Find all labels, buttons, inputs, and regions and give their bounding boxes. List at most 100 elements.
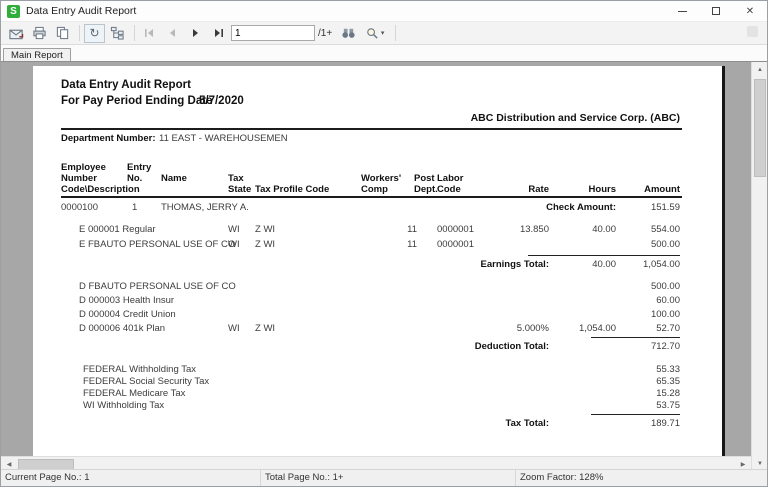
report-page: Data Entry Audit Report For Pay Period E… xyxy=(33,66,722,471)
toolbar-separator xyxy=(395,25,396,41)
earning-row: E 000001 Regular WI Z WI 11 0000001 13.8… xyxy=(33,224,722,236)
check-amount-value: 151.59 xyxy=(591,202,680,213)
last-page-button[interactable] xyxy=(208,24,229,43)
earning-tax-profile: Z WI xyxy=(255,239,275,250)
chevron-down-icon: ▾ xyxy=(381,29,385,37)
col-code: Code xyxy=(437,184,461,195)
page-number-input[interactable] xyxy=(231,25,315,41)
col-entry-no: No. xyxy=(127,173,142,184)
zoom-button[interactable]: ▾ xyxy=(361,24,389,43)
toolbar: ↻ xyxy=(1,22,767,45)
deduction-tax-state: WI xyxy=(228,323,240,334)
report-title: Data Entry Audit Report xyxy=(61,79,191,91)
earning-amount: 500.00 xyxy=(591,239,680,250)
report-subtitle: For Pay Period Ending Date xyxy=(61,95,212,107)
maximize-button[interactable] xyxy=(699,1,733,21)
previous-page-icon xyxy=(167,28,178,38)
deduction-desc: D 000003 Health Insur xyxy=(79,295,174,306)
tax-amount: 65.35 xyxy=(591,376,680,387)
deduction-total-amount: 712.70 xyxy=(591,337,680,352)
earning-amount: 554.00 xyxy=(591,224,680,235)
earning-post-dept: 11 xyxy=(385,239,417,250)
group-tree-icon xyxy=(110,26,125,40)
tax-desc: WI Withholding Tax xyxy=(83,400,164,411)
earning-tax-state: WI xyxy=(228,224,240,235)
deduction-desc: D 000004 Credit Union xyxy=(79,309,176,320)
minimize-button[interactable] xyxy=(665,1,699,21)
tax-desc: FEDERAL Medicare Tax xyxy=(83,388,185,399)
vertical-scrollbar-thumb[interactable] xyxy=(754,79,766,177)
deduction-amount: 60.00 xyxy=(591,295,680,306)
deduction-row: D 000006 401k Plan WI Z WI 5.000% 1,054.… xyxy=(33,323,722,335)
close-button[interactable]: ✕ xyxy=(733,1,767,21)
col-post: Post xyxy=(414,173,435,184)
col-code-description: Code\Description xyxy=(61,184,140,195)
earning-desc: E FBAUTO PERSONAL USE OF CO xyxy=(79,239,235,250)
tax-amount: 15.28 xyxy=(591,388,680,399)
col-name: Name xyxy=(161,173,187,184)
scroll-up-icon[interactable]: ▲ xyxy=(752,62,767,77)
status-zoom-factor: Zoom Factor: 128% xyxy=(516,470,767,486)
column-header-row-3: Code\Description State Tax Profile Code … xyxy=(33,184,722,196)
status-total-page: Total Page No.: 1+ xyxy=(261,470,516,486)
window-title: Data Entry Audit Report xyxy=(26,5,136,17)
vertical-scrollbar[interactable]: ▲ ▼ xyxy=(751,62,767,471)
earning-row: E FBAUTO PERSONAL USE OF CO WI Z WI 11 0… xyxy=(33,239,722,251)
tax-amount: 53.75 xyxy=(591,400,680,411)
employee-entry-no: 1 xyxy=(132,202,137,213)
earning-tax-state: WI xyxy=(228,239,240,250)
refresh-icon: ↻ xyxy=(89,28,99,38)
department-label: Department Number: xyxy=(61,133,156,144)
department-line: Department Number: 11 EAST - WAREHOUSEME… xyxy=(33,133,722,145)
col-number: Number xyxy=(61,173,97,184)
print-button[interactable] xyxy=(29,24,50,43)
col-dept: Dept. xyxy=(414,184,438,195)
tax-desc: FEDERAL Social Security Tax xyxy=(83,376,209,387)
first-page-button[interactable] xyxy=(139,24,160,43)
tax-amount: 55.33 xyxy=(591,364,680,375)
employee-row: 0000100 1 THOMAS, JERRY A. Check Amount:… xyxy=(33,202,722,214)
group-tree-button[interactable] xyxy=(107,24,128,43)
sage-app-icon: S xyxy=(7,5,20,18)
deduction-amount: 52.70 xyxy=(591,323,680,334)
previous-page-button[interactable] xyxy=(162,24,183,43)
tax-row: WI Withholding Tax 53.75 xyxy=(33,400,722,412)
col-employee: Employee xyxy=(61,162,106,173)
company-name: ABC Distribution and Service Corp. (ABC) xyxy=(333,112,680,124)
next-page-icon xyxy=(190,28,201,38)
col-comp: Comp xyxy=(361,184,388,195)
deduction-row: D 000004 Credit Union 100.00 xyxy=(33,309,722,321)
copy-icon xyxy=(55,26,70,40)
deduction-desc: D FBAUTO PERSONAL USE OF CO xyxy=(79,281,236,292)
minimize-icon xyxy=(678,11,687,12)
tax-desc: FEDERAL Withholding Tax xyxy=(83,364,196,375)
maximize-icon xyxy=(712,7,720,15)
title-bar[interactable]: S Data Entry Audit Report ✕ xyxy=(1,1,767,22)
next-page-button[interactable] xyxy=(185,24,206,43)
company-line: ABC Distribution and Service Corp. (ABC) xyxy=(33,112,722,124)
last-page-icon xyxy=(213,28,224,38)
deduction-tax-profile: Z WI xyxy=(255,323,275,334)
tax-row: FEDERAL Social Security Tax 65.35 xyxy=(33,376,722,388)
tax-total-amount: 189.71 xyxy=(591,414,680,429)
report-viewport: Data Entry Audit Report For Pay Period E… xyxy=(1,61,767,471)
employee-name: THOMAS, JERRY A. xyxy=(161,202,249,213)
status-current-page: Current Page No.: 1 xyxy=(1,470,261,486)
header-rule xyxy=(61,128,682,130)
column-header-underline xyxy=(61,196,682,198)
toolbar-separator xyxy=(79,25,80,41)
deduction-total-label: Deduction Total: xyxy=(459,341,549,352)
toolbar-separator xyxy=(134,25,135,41)
status-bar: Current Page No.: 1 Total Page No.: 1+ Z… xyxy=(1,469,767,486)
report-subtitle-line: For Pay Period Ending Date 5/7/2020 xyxy=(33,95,722,107)
copy-button[interactable] xyxy=(52,24,73,43)
find-icon xyxy=(341,27,356,39)
refresh-button[interactable]: ↻ xyxy=(84,24,105,43)
col-state: State xyxy=(228,184,251,195)
col-amount: Amount xyxy=(591,184,680,195)
deduction-desc: D 000006 401k Plan xyxy=(79,323,165,334)
find-button[interactable] xyxy=(338,24,359,43)
report-viewer-window: S Data Entry Audit Report ✕ xyxy=(0,0,768,487)
deduction-amount: 500.00 xyxy=(591,281,680,292)
export-button[interactable] xyxy=(6,24,27,43)
